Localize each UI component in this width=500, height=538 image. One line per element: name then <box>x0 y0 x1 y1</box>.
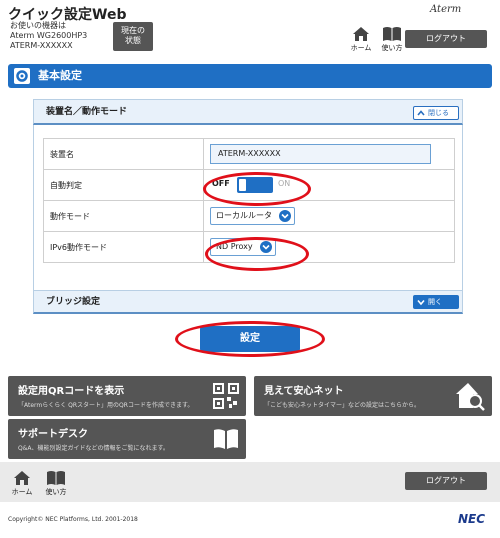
header: クイック設定Web お使いの機器は Aterm WG2600HP3 ATERM-… <box>0 0 500 60</box>
logout-button[interactable]: ログアウト <box>405 30 487 48</box>
gear-icon <box>14 68 30 84</box>
mieru-anshin-net-title: 見えて安心ネット <box>264 386 344 397</box>
ipv6-mode-label: IPv6動作モード <box>43 231 204 263</box>
bridge-settings-title: ブリッジ設定 <box>46 297 101 307</box>
qr-code-icon <box>213 383 239 409</box>
footer-home-label: ホーム <box>11 488 33 496</box>
current-status-button[interactable]: 現在の 状態 <box>113 22 153 51</box>
device-model: Aterm WG2600HP3 <box>10 31 88 40</box>
annotation-circle <box>203 172 311 206</box>
qr-code-card[interactable]: 設定用QRコードを表示 「Atermらくらく QRスタート」用のQRコードを作成… <box>8 376 246 416</box>
annotation-circle <box>175 321 325 357</box>
support-desk-title: サポートデスク <box>18 429 88 440</box>
table-row: 装置名 ATERM-XXXXXX <box>43 138 455 170</box>
section-title: 基本設定 <box>38 69 82 82</box>
collapse-label: 閉じる <box>428 109 449 117</box>
footer-bar: ホーム 使い方 ログアウト <box>0 462 500 502</box>
footer-help-label: 使い方 <box>45 488 67 496</box>
support-desk-card[interactable]: サポートデスク Q&A、機能別設定ガイドなどの情報をご覧になれます。 <box>8 419 246 459</box>
home-icon <box>353 27 369 41</box>
mieru-anshin-net-card[interactable]: 見えて安心ネット 「こども安心ネットタイマー」などの設定はこちらから。 <box>254 376 492 416</box>
expand-button[interactable]: 開く <box>413 295 459 309</box>
operation-mode-select[interactable]: ローカルルータ <box>210 207 295 225</box>
nec-logo: NEC <box>458 512 486 526</box>
help-label: 使い方 <box>381 44 403 52</box>
expand-label: 開く <box>428 298 442 306</box>
auto-detect-label: 自動判定 <box>43 169 204 201</box>
section-title-bar: 基本設定 <box>8 64 492 88</box>
book-icon <box>47 471 65 485</box>
chevron-up-icon <box>417 110 425 116</box>
home-icon <box>14 471 30 485</box>
annotation-circle <box>205 237 309 271</box>
book-icon <box>214 429 238 449</box>
qr-code-desc: 「Atermらくらく QRスタート」用のQRコードを作成できます。 <box>18 402 194 409</box>
home-label: ホーム <box>350 44 372 52</box>
operation-mode-label: 動作モード <box>43 200 204 232</box>
book-icon <box>383 27 401 41</box>
home-search-icon <box>456 383 485 411</box>
help-button[interactable]: 使い方 <box>378 26 406 53</box>
aterm-logo: Aterm <box>430 4 462 15</box>
mieru-anshin-net-desc: 「こども安心ネットタイマー」などの設定はこちらから。 <box>264 402 421 409</box>
device-info-label: お使いの機器は <box>10 21 66 30</box>
operation-mode-value: ローカルルータ <box>216 211 272 220</box>
footer-logout-button[interactable]: ログアウト <box>405 472 487 490</box>
copyright: Copyright© NEC Platforms, Ltd. 2001-2018 <box>8 516 138 523</box>
panel-title: 装置名／動作モード <box>46 107 128 117</box>
chevron-down-icon <box>417 299 425 306</box>
panel-header: 装置名／動作モード <box>33 99 463 125</box>
device-name: ATERM-XXXXXX <box>10 41 73 50</box>
collapse-button[interactable]: 閉じる <box>413 106 459 120</box>
device-name-field[interactable]: ATERM-XXXXXX <box>210 144 431 164</box>
chevron-down-icon <box>279 210 291 222</box>
footer-help-button[interactable]: 使い方 <box>42 470 70 497</box>
qr-code-title: 設定用QRコードを表示 <box>18 386 125 397</box>
home-button[interactable]: ホーム <box>347 26 375 53</box>
footer-home-button[interactable]: ホーム <box>8 470 36 497</box>
support-desk-desc: Q&A、機能別設定ガイドなどの情報をご覧になれます。 <box>18 445 169 452</box>
bridge-settings-header[interactable]: ブリッジ設定 <box>33 290 463 314</box>
device-info: お使いの機器は Aterm WG2600HP3 ATERM-XXXXXX <box>10 21 87 51</box>
device-name-label: 装置名 <box>43 138 204 170</box>
